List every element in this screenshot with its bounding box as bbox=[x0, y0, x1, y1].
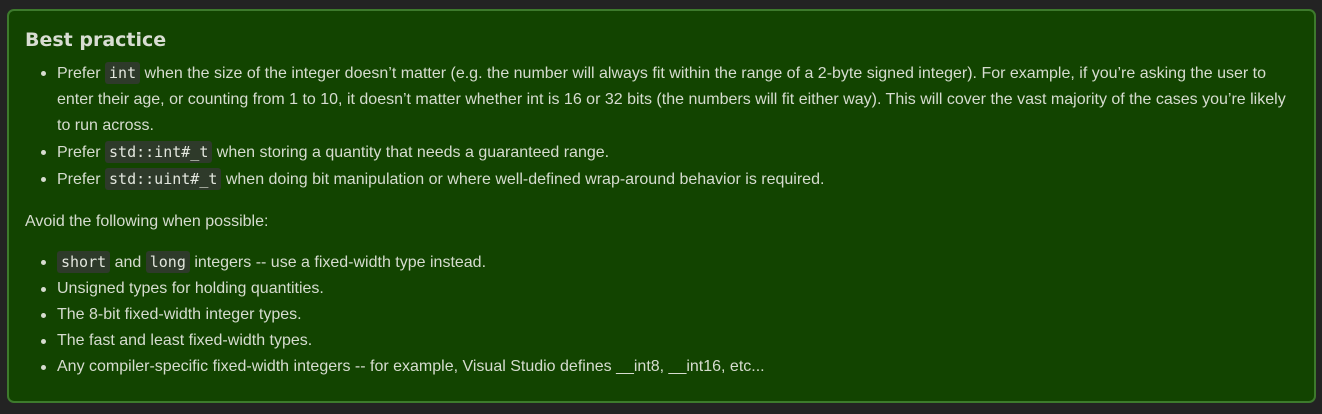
callout-title: Best practice bbox=[25, 29, 167, 51]
practice-text: when doing bit manipulation or where wel… bbox=[221, 171, 825, 188]
inline-code-short: short bbox=[57, 251, 111, 273]
inline-code-int: int bbox=[105, 62, 141, 84]
practice-text: when the size of the integer doesn’t mat… bbox=[57, 65, 1286, 134]
avoid-item: Any compiler-specific fixed-width intege… bbox=[41, 354, 1298, 380]
practice-text: when storing a quantity that needs a gua… bbox=[212, 144, 610, 161]
avoid-item-short-long: short and long integers -- use a fixed-w… bbox=[41, 249, 1298, 276]
avoid-text: integers -- use a fixed-width type inste… bbox=[189, 254, 487, 271]
practice-prefix: Prefer bbox=[57, 65, 106, 82]
avoid-intro: Avoid the following when possible: bbox=[25, 213, 269, 230]
avoid-text: and bbox=[110, 254, 146, 271]
practice-item-int: Prefer int when the size of the integer … bbox=[41, 60, 1298, 139]
practice-prefix: Prefer bbox=[57, 144, 106, 161]
avoid-item: The fast and least fixed-width types. bbox=[41, 328, 1298, 354]
practice-item-uint-t: Prefer std::uint#_t when doing bit manip… bbox=[41, 166, 1298, 193]
avoid-item: The 8-bit fixed-width integer types. bbox=[41, 302, 1298, 328]
practice-list: Prefer int when the size of the integer … bbox=[25, 60, 1298, 193]
practice-item-int-t: Prefer std::int#_t when storing a quanti… bbox=[41, 139, 1298, 166]
inline-code-uint-t: std::uint#_t bbox=[105, 168, 222, 190]
avoid-item: Unsigned types for holding quantities. bbox=[41, 276, 1298, 302]
best-practice-callout: Best practice Prefer int when the size o… bbox=[7, 9, 1316, 403]
practice-prefix: Prefer bbox=[57, 171, 106, 188]
inline-code-long: long bbox=[145, 251, 190, 273]
avoid-list: short and long integers -- use a fixed-w… bbox=[25, 249, 1298, 380]
inline-code-int-t: std::int#_t bbox=[105, 141, 213, 163]
